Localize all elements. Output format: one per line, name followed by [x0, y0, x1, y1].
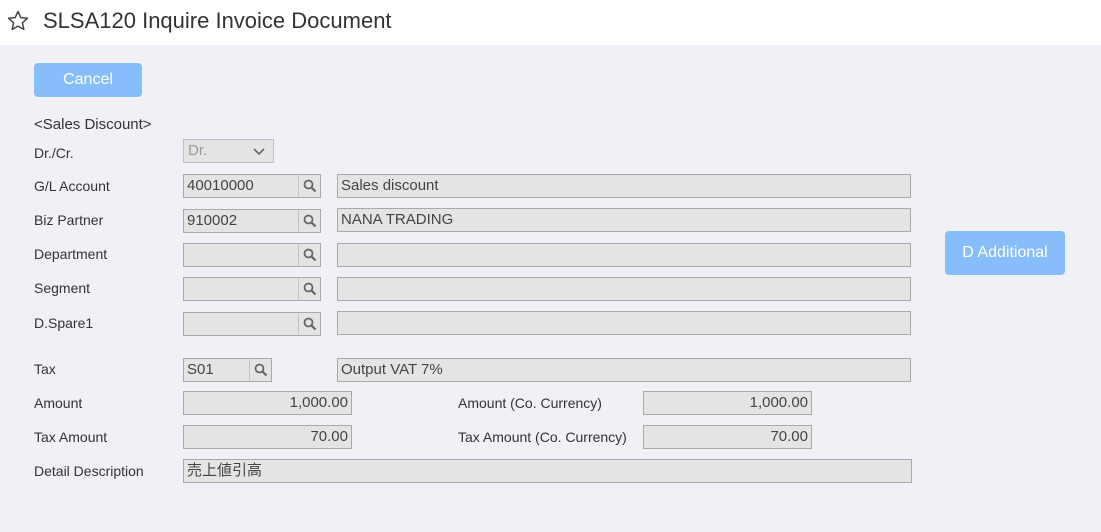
biz-partner-code-field[interactable]: 910002	[183, 209, 299, 233]
detail-description-field[interactable]: 売上値引高	[183, 459, 912, 483]
amount-co-field[interactable]: 1,000.00	[643, 391, 812, 415]
drcr-value: Dr.	[188, 142, 208, 159]
biz-partner-search-button[interactable]	[298, 209, 321, 233]
dspare1-search-button[interactable]	[298, 312, 321, 336]
title-bar: SLSA120 Inquire Invoice Document	[0, 0, 1101, 45]
search-icon	[303, 248, 317, 262]
detail-description-label: Detail Description	[34, 463, 144, 479]
star-icon[interactable]	[6, 9, 30, 33]
chevron-down-icon	[253, 148, 265, 156]
gl-account-code-field[interactable]: 40010000	[183, 174, 299, 198]
gl-account-search-button[interactable]	[298, 174, 321, 198]
tax-label: Tax	[34, 361, 56, 377]
cancel-button[interactable]: Cancel	[34, 63, 142, 97]
tax-amount-co-label: Tax Amount (Co. Currency)	[458, 429, 627, 445]
section-title: <Sales Discount>	[34, 116, 152, 133]
segment-label: Segment	[34, 280, 91, 296]
tax-name-field: Output VAT 7%	[337, 358, 911, 382]
department-code-field[interactable]	[183, 243, 299, 267]
search-icon	[303, 317, 317, 331]
amount-field[interactable]: 1,000.00	[183, 391, 352, 415]
segment-name-field	[337, 277, 911, 301]
page-title: SLSA120 Inquire Invoice Document	[43, 8, 392, 33]
segment-search-button[interactable]	[298, 277, 321, 301]
tax-amount-field[interactable]: 70.00	[183, 425, 352, 449]
dspare1-code-field[interactable]	[183, 312, 299, 336]
tax-amount-co-field[interactable]: 70.00	[643, 425, 812, 449]
gl-account-name-field: Sales discount	[337, 174, 911, 198]
d-additional-button[interactable]: D Additional	[945, 231, 1065, 275]
drcr-select[interactable]: Dr.	[183, 139, 274, 163]
department-search-button[interactable]	[298, 243, 321, 267]
dspare1-name-field	[337, 311, 911, 335]
gl-account-label: G/L Account	[34, 178, 110, 194]
dspare1-label: D.Spare1	[34, 315, 94, 331]
amount-label: Amount	[34, 395, 83, 411]
search-icon	[254, 363, 268, 377]
search-icon	[303, 179, 317, 193]
tax-amount-label: Tax Amount	[34, 429, 108, 445]
tax-code-field[interactable]: S01	[183, 358, 250, 382]
biz-partner-name-field: NANA TRADING	[337, 208, 911, 232]
biz-partner-label: Biz Partner	[34, 212, 104, 228]
search-icon	[303, 282, 317, 296]
drcr-label: Dr./Cr.	[34, 145, 74, 161]
amount-co-label: Amount (Co. Currency)	[458, 395, 602, 411]
department-name-field	[337, 243, 911, 267]
department-label: Department	[34, 246, 108, 262]
search-icon	[303, 214, 317, 228]
segment-code-field[interactable]	[183, 277, 299, 301]
tax-search-button[interactable]	[249, 358, 272, 382]
